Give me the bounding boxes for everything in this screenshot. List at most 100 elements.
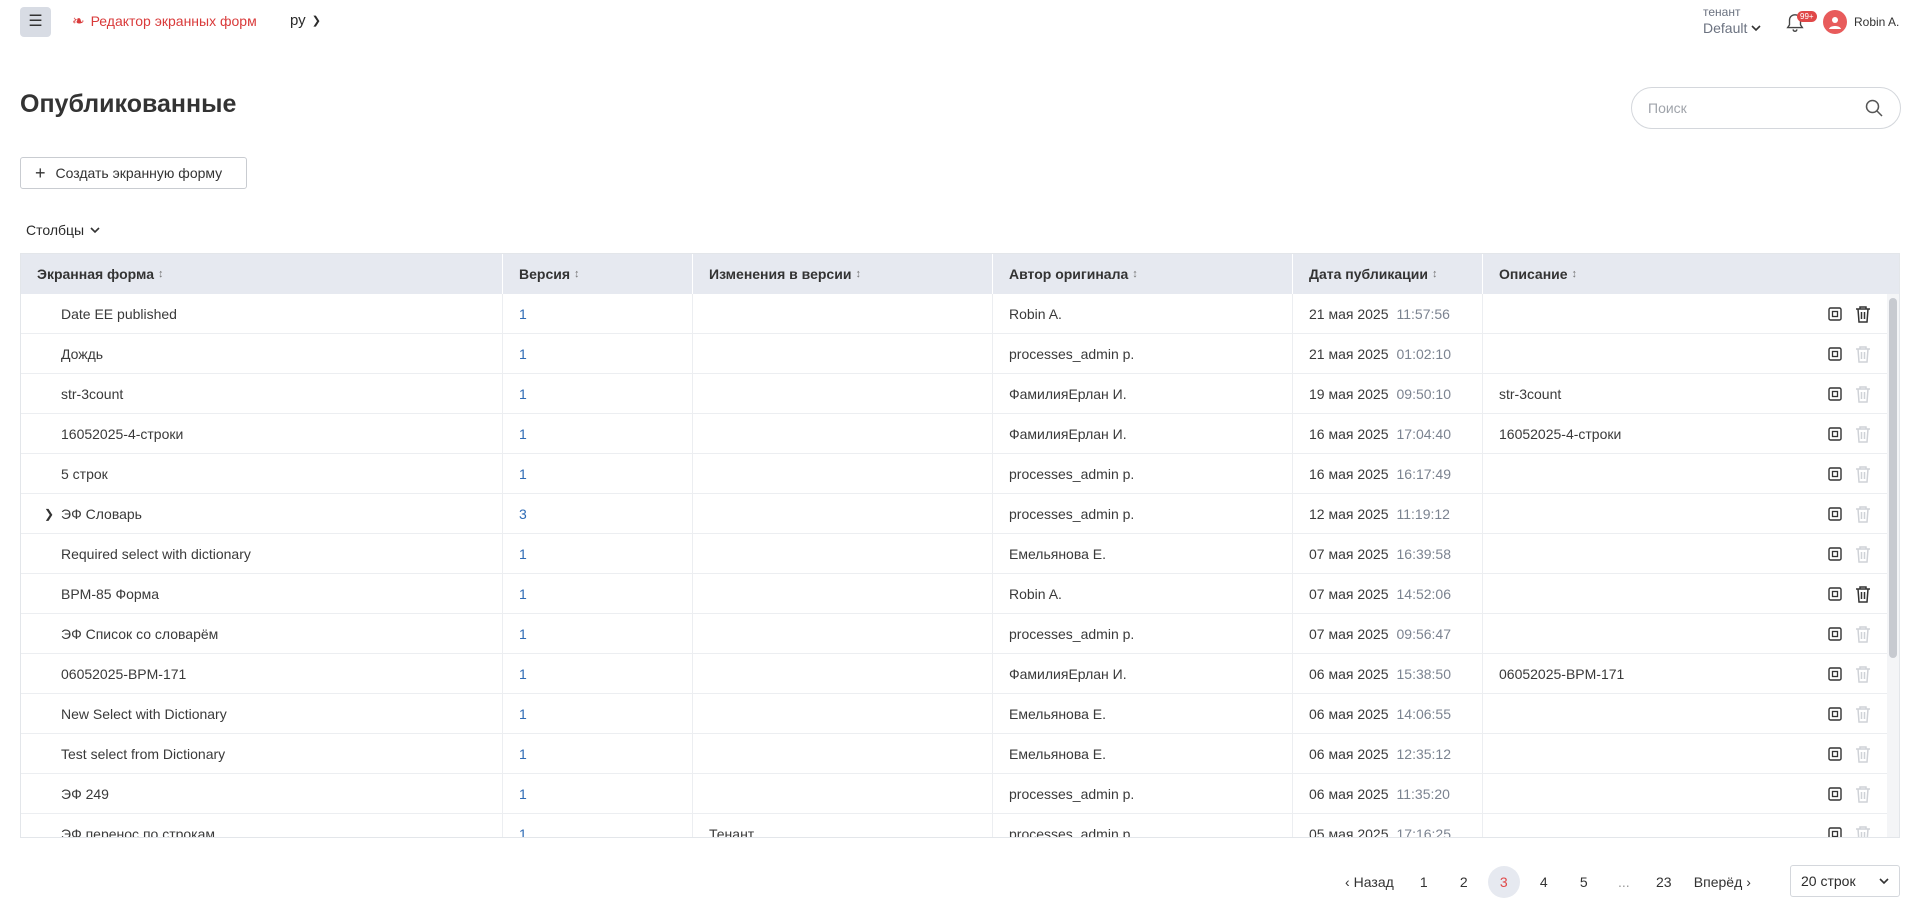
- app-title: Редактор экранных форм: [90, 13, 257, 29]
- table-row[interactable]: str-3count 1 ФамилияЕрлан И. 19 мая 2025 09:…: [21, 374, 1887, 414]
- table-row[interactable]: New Select with Dictionary 1 Емельянова Е.…: [21, 694, 1887, 734]
- version-link[interactable]: 1: [519, 386, 527, 402]
- version-link[interactable]: 1: [519, 546, 527, 562]
- view-form-icon[interactable]: [1827, 545, 1843, 563]
- page-button[interactable]: 5: [1568, 866, 1600, 898]
- column-header-author[interactable]: Автор оригинала ↕: [993, 254, 1293, 294]
- version-link[interactable]: 1: [519, 786, 527, 802]
- language-select[interactable]: ру ❯: [290, 12, 321, 29]
- table-row[interactable]: Дождь 1 processes_admin p. 21 мая 2025 01:02…: [21, 334, 1887, 374]
- cell-changes: [693, 534, 993, 574]
- row-actions: [1827, 374, 1871, 414]
- columns-dropdown[interactable]: Столбцы: [26, 222, 100, 238]
- table-row[interactable]: 5 строк 1 processes_admin p. 16 мая 2025 16:…: [21, 454, 1887, 494]
- author-name: ФамилияЕрлан И.: [1009, 386, 1127, 402]
- tenant-selector[interactable]: тенант Default: [1703, 4, 1761, 36]
- table-row[interactable]: Date EE published 1 Robin A. 21 мая 2025 11:…: [21, 294, 1887, 334]
- column-header-label: Дата публикации: [1309, 266, 1428, 282]
- row-actions: [1827, 534, 1871, 574]
- publish-date: 06 мая 2025: [1309, 786, 1389, 802]
- description-text: 16052025-4-строки: [1499, 426, 1622, 442]
- column-header-form[interactable]: Экранная форма ↕: [21, 254, 503, 294]
- version-link[interactable]: 1: [519, 666, 527, 682]
- delete-icon: [1855, 345, 1871, 363]
- view-form-icon[interactable]: [1827, 825, 1843, 837]
- app-brand[interactable]: ❧ Редактор экранных форм: [72, 12, 257, 30]
- user-name[interactable]: Robin A.: [1854, 15, 1899, 29]
- view-form-icon[interactable]: [1827, 665, 1843, 683]
- create-form-label: Создать экранную форму: [55, 165, 223, 181]
- page-button[interactable]: 23: [1648, 866, 1680, 898]
- table-row[interactable]: BPM-85 Форма 1 Robin A. 07 мая 2025 14:52:06: [21, 574, 1887, 614]
- cell-publish-date: 06 мая 2025 15:38:50: [1293, 654, 1483, 694]
- search-input[interactable]: [1648, 100, 1864, 116]
- table-row[interactable]: ❯ ЭФ Словарь 3 processes_admin p. 12 мая 202…: [21, 494, 1887, 534]
- table-row[interactable]: Required select with dictionary 1 Емельяно…: [21, 534, 1887, 574]
- view-form-icon[interactable]: [1827, 625, 1843, 643]
- publish-date: 06 мая 2025: [1309, 706, 1389, 722]
- table-row[interactable]: ЭФ перенос по строкам 1 Тенант... processes…: [21, 814, 1887, 838]
- column-header-version[interactable]: Версия ↕: [503, 254, 693, 294]
- app-logo-icon: ❧: [72, 13, 85, 30]
- column-header-label: Автор оригинала: [1009, 266, 1129, 282]
- delete-icon[interactable]: [1855, 305, 1871, 323]
- row-actions: [1827, 814, 1871, 837]
- table-row[interactable]: 06052025-BPM-171 1 ФамилияЕрлан И. 06 мая 2…: [21, 654, 1887, 694]
- version-link[interactable]: 3: [519, 506, 527, 522]
- version-link[interactable]: 1: [519, 746, 527, 762]
- rows-per-page-select[interactable]: 20 строк: [1790, 865, 1900, 897]
- cell-form-name: BPM-85 Форма: [21, 574, 503, 614]
- column-header-label: Экранная форма: [37, 266, 155, 282]
- view-form-icon[interactable]: [1827, 785, 1843, 803]
- version-link[interactable]: 1: [519, 466, 527, 482]
- table-scrollbar-thumb[interactable]: [1889, 298, 1897, 658]
- version-link[interactable]: 1: [519, 346, 527, 362]
- version-link[interactable]: 1: [519, 706, 527, 722]
- column-header-changes[interactable]: Изменения в версии ↕: [693, 254, 993, 294]
- version-link[interactable]: 1: [519, 586, 527, 602]
- view-form-icon[interactable]: [1827, 425, 1843, 443]
- page-button[interactable]: 4: [1528, 866, 1560, 898]
- cell-version: 1: [503, 614, 693, 654]
- column-header-publish-date[interactable]: Дата публикации ↕: [1293, 254, 1483, 294]
- view-form-icon[interactable]: [1827, 705, 1843, 723]
- page-button[interactable]: 1: [1408, 866, 1440, 898]
- view-form-icon[interactable]: [1827, 385, 1843, 403]
- page-button[interactable]: 3: [1487, 866, 1520, 898]
- view-form-icon[interactable]: [1827, 505, 1843, 523]
- author-name: Robin A.: [1009, 586, 1062, 602]
- publish-date: 16 мая 2025: [1309, 426, 1389, 442]
- row-actions: [1827, 574, 1871, 614]
- table-row[interactable]: 16052025-4-строки 1 ФамилияЕрлан И. 16 мая …: [21, 414, 1887, 454]
- search-icon[interactable]: [1864, 98, 1884, 118]
- view-form-icon[interactable]: [1827, 345, 1843, 363]
- page-button[interactable]: 2: [1448, 866, 1480, 898]
- view-form-icon[interactable]: [1827, 305, 1843, 323]
- page-title: Опубликованные: [20, 90, 237, 118]
- expand-row-icon[interactable]: ❯: [37, 507, 61, 521]
- view-form-icon[interactable]: [1827, 745, 1843, 763]
- cell-changes: [693, 614, 993, 654]
- column-header-description[interactable]: Описание ↕: [1483, 254, 1887, 294]
- rows-per-page-value: 20 строк: [1801, 873, 1856, 889]
- row-actions: [1827, 694, 1871, 734]
- version-link[interactable]: 1: [519, 426, 527, 442]
- version-link[interactable]: 1: [519, 626, 527, 642]
- version-link[interactable]: 1: [519, 306, 527, 322]
- version-link[interactable]: 1: [519, 826, 527, 837]
- next-page-button[interactable]: Вперёд ›: [1688, 866, 1757, 898]
- changes-text: Тенант...: [709, 826, 765, 838]
- search-box[interactable]: [1631, 87, 1901, 129]
- publish-time: 14:52:06: [1396, 586, 1452, 602]
- user-avatar[interactable]: [1823, 10, 1847, 34]
- hamburger-menu-button[interactable]: ☰: [20, 7, 51, 37]
- create-form-button[interactable]: + Создать экранную форму: [20, 157, 247, 189]
- table-row[interactable]: ЭФ Список со словарём 1 processes_admin p.…: [21, 614, 1887, 654]
- prev-page-button[interactable]: ‹ Назад: [1339, 866, 1400, 898]
- view-form-icon[interactable]: [1827, 585, 1843, 603]
- cell-publish-date: 07 мая 2025 14:52:06: [1293, 574, 1483, 614]
- table-row[interactable]: ЭФ 249 1 processes_admin p. 06 мая 2025 11:3…: [21, 774, 1887, 814]
- table-row[interactable]: Test select from Dictionary 1 Емельянова Е…: [21, 734, 1887, 774]
- view-form-icon[interactable]: [1827, 465, 1843, 483]
- delete-icon[interactable]: [1855, 585, 1871, 603]
